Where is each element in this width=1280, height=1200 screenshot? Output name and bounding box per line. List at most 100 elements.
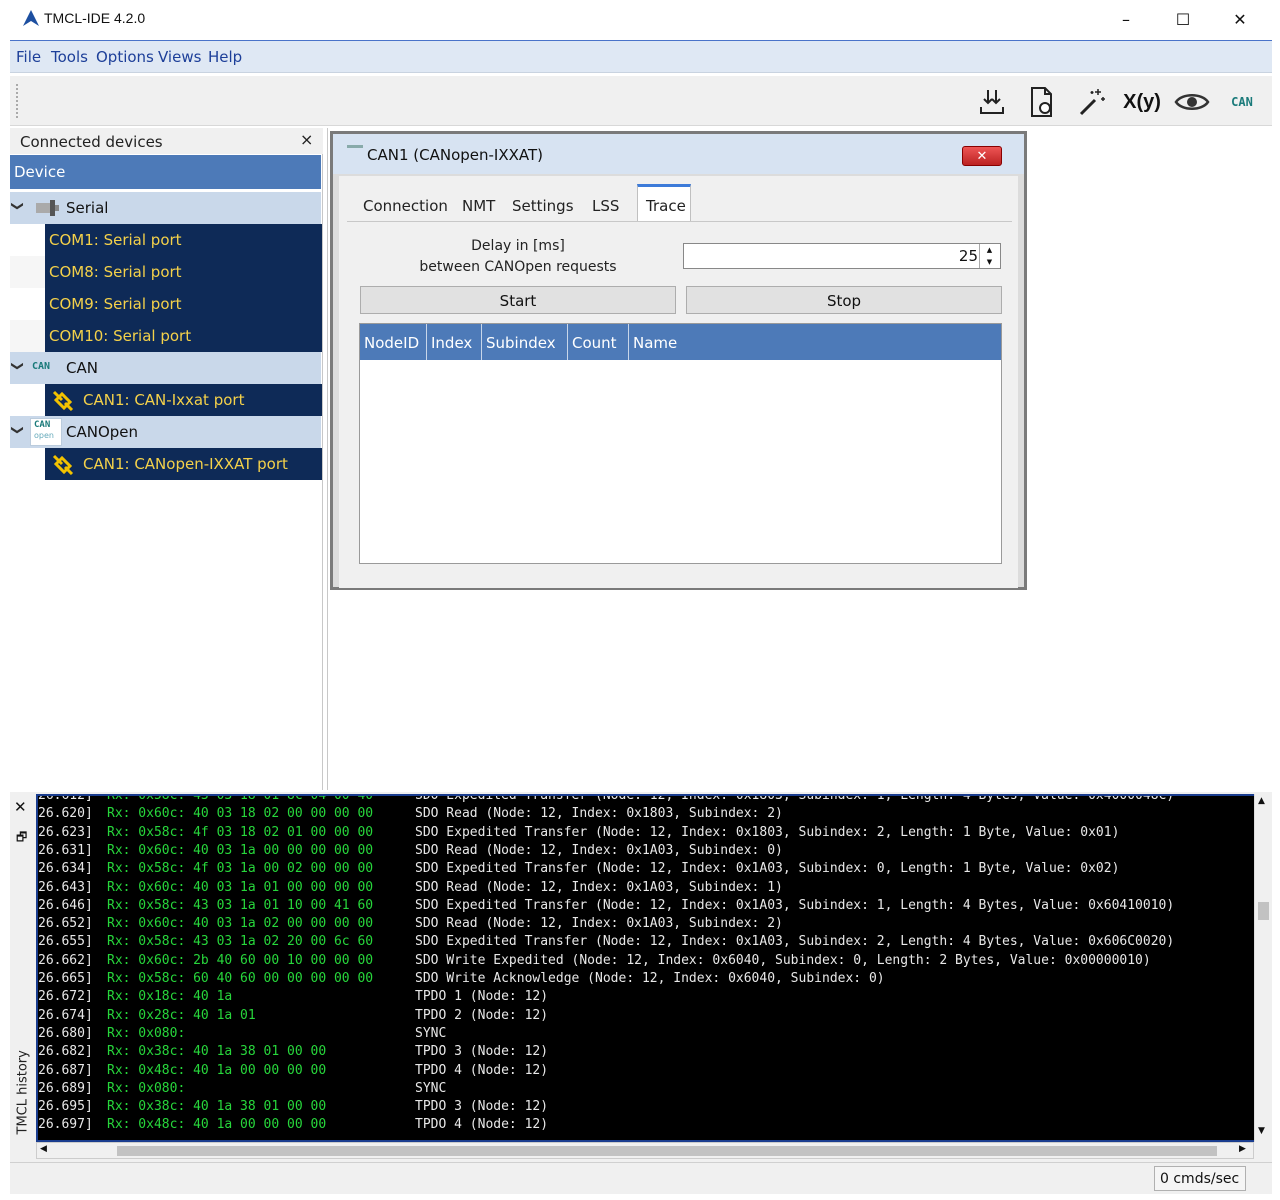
device-com9[interactable]: COM9: Serial port [45, 288, 322, 320]
console-decoded: SDO Read (Node: 12, Index: 0x1803, Subin… [415, 806, 783, 822]
magic-wand-icon[interactable] [1074, 84, 1110, 120]
console-line: 26.695] Rx: 0x38c: 40 1a 38 01 00 00 TPDO … [38, 1099, 1254, 1117]
group-canopen[interactable]: ❯ CAN open CANOpen [10, 416, 321, 448]
device-label: COM1: Serial port [49, 231, 182, 249]
delay-spinner[interactable]: ▲ ▼ [979, 244, 999, 268]
dialog-app-icon [347, 145, 363, 148]
scrollbar-thumb[interactable] [1258, 902, 1269, 920]
console-decoded: SYNC [415, 1080, 447, 1096]
toolbar-grip[interactable] [16, 84, 20, 118]
console-decoded: TPDO 3 (Node: 12) [415, 1099, 549, 1115]
tab-connection[interactable]: Connection [355, 184, 456, 222]
tab-settings[interactable]: Settings [504, 184, 582, 222]
tree-indent [10, 256, 45, 288]
download-icon[interactable] [974, 84, 1010, 120]
tree-indent [10, 448, 45, 480]
menu-views[interactable]: Views [158, 48, 201, 66]
maximize-button[interactable]: ☐ [1155, 0, 1211, 38]
console-output[interactable]: 26.612] Rx: 0x58c: 43 03 18 01 8c 04 00 4… [36, 794, 1254, 1142]
console-timestamp: 26.634] [38, 861, 93, 877]
device-can1-canopen[interactable]: CAN1: CANopen-IXXAT port [45, 448, 322, 480]
chevron-down-icon[interactable]: ❯ [11, 361, 25, 371]
panel-close-icon[interactable]: × [300, 130, 313, 149]
xy-icon[interactable]: X(y) [1123, 84, 1161, 120]
scroll-right-icon[interactable]: ▶ [1239, 1144, 1246, 1154]
console-line: 26.682] Rx: 0x38c: 40 1a 38 01 00 00 TPDO … [38, 1044, 1254, 1062]
console-line: 26.620] Rx: 0x60c: 40 03 18 02 00 00 00 0… [38, 806, 1254, 824]
column-nodeid[interactable]: NodeID [360, 324, 427, 360]
spin-down-icon[interactable]: ▼ [987, 258, 992, 266]
console-decoded: SYNC [415, 1025, 447, 1041]
device-label: COM8: Serial port [49, 263, 182, 281]
console-rx-frame: Rx: 0x48c: 40 1a 00 00 00 00 [107, 1117, 327, 1133]
spin-up-icon[interactable]: ▲ [987, 246, 992, 254]
trace-table: NodeID Index Subindex Count Name [359, 323, 1002, 564]
scroll-left-icon[interactable]: ◀ [40, 1144, 47, 1154]
device-com10[interactable]: COM10: Serial port [45, 320, 322, 352]
console-line: 26.643] Rx: 0x60c: 40 03 1a 01 00 00 00 0… [38, 880, 1254, 898]
console-line: 26.687] Rx: 0x48c: 40 1a 00 00 00 00 TPDO … [38, 1063, 1254, 1081]
tab-lss[interactable]: LSS [584, 184, 627, 222]
chevron-down-icon[interactable]: ❯ [11, 201, 25, 211]
minimize-button[interactable]: – [1098, 0, 1154, 38]
scrollbar-thumb[interactable] [117, 1146, 1217, 1156]
scroll-up-icon[interactable]: ▲ [1258, 796, 1265, 806]
console-decoded: TPDO 4 (Node: 12) [415, 1117, 549, 1133]
device-label: COM9: Serial port [49, 295, 182, 313]
canopen-icon[interactable]: CAN [1224, 84, 1260, 120]
document-gear-icon[interactable] [1024, 84, 1060, 120]
column-name[interactable]: Name [629, 324, 1001, 360]
console-timestamp: 26.674] [38, 1007, 93, 1023]
console-timestamp: 26.695] [38, 1099, 93, 1115]
close-window-button[interactable]: ✕ [1212, 0, 1268, 38]
console-decoded: SDO Expedited Transfer (Node: 12, Index:… [415, 824, 1120, 840]
console-horizontal-scrollbar[interactable]: ◀ ▶ [36, 1142, 1254, 1159]
tab-nmt[interactable]: NMT [454, 184, 503, 222]
console-close-icon[interactable]: ✕ [14, 798, 27, 816]
console-line: 26.665] Rx: 0x58c: 60 40 60 00 00 00 00 0… [38, 971, 1254, 989]
menu-options[interactable]: Options [96, 48, 154, 66]
connected-devices-panel: Connected devices × Device ❯ Serial COM1… [10, 128, 323, 790]
window-titlebar: TMCL-IDE 4.2.0 – ☐ ✕ [10, 0, 1272, 38]
console-rx-frame: Rx: 0x60c: 40 03 18 02 00 00 00 00 [107, 806, 374, 822]
console-decoded: SDO Expedited Transfer (Node: 12, Index:… [415, 861, 1120, 877]
console-decoded: SDO Expedited Transfer (Node: 12, Index:… [415, 897, 1175, 913]
column-index[interactable]: Index [427, 324, 482, 360]
status-bar: 0 cmds/sec [10, 1162, 1272, 1194]
column-count[interactable]: Count [568, 324, 629, 360]
device-com8[interactable]: COM8: Serial port [45, 256, 322, 288]
menu-help[interactable]: Help [208, 48, 242, 66]
tab-divider [347, 221, 1012, 222]
plug-warning-icon [52, 454, 74, 475]
console-rx-frame: Rx: 0x38c: 40 1a 38 01 00 00 [107, 1099, 327, 1115]
dialog-close-button[interactable]: ✕ [962, 146, 1002, 166]
console-rx-frame: Rx: 0x28c: 40 1a 01 [107, 1007, 256, 1023]
device-can1-ixxat[interactable]: CAN1: CAN-Ixxat port [45, 384, 322, 416]
group-can[interactable]: ❯ CAN CAN [10, 352, 321, 384]
console-decoded: TPDO 2 (Node: 12) [415, 1007, 549, 1023]
stop-button[interactable]: Stop [686, 286, 1002, 314]
device-com1[interactable]: COM1: Serial port [45, 224, 322, 256]
start-button[interactable]: Start [360, 286, 676, 314]
menu-tools[interactable]: Tools [51, 48, 88, 66]
delay-input[interactable]: 25 [683, 243, 1001, 269]
menu-file[interactable]: File [16, 48, 41, 66]
chevron-down-icon[interactable]: ❯ [11, 425, 25, 435]
console-timestamp: 26.689] [38, 1080, 93, 1096]
console-decoded: TPDO 3 (Node: 12) [415, 1044, 549, 1060]
column-subindex[interactable]: Subindex [482, 324, 568, 360]
eye-icon[interactable] [1174, 84, 1210, 120]
console-line: 26.662] Rx: 0x60c: 2b 40 60 00 10 00 00 0… [38, 953, 1254, 971]
dialog-titlebar[interactable]: CAN1 (CANopen-IXXAT) ✕ [333, 134, 1024, 174]
console-float-icon[interactable]: 🗗 [16, 828, 27, 849]
group-serial[interactable]: ❯ Serial [10, 192, 321, 224]
panel-header: Connected devices × [10, 128, 323, 154]
console-vertical-scrollbar[interactable]: ▲ ▼ [1254, 794, 1271, 1142]
tab-trace[interactable]: Trace [637, 184, 691, 222]
scroll-down-icon[interactable]: ▼ [1258, 1126, 1265, 1136]
console-line: 26.672] Rx: 0x18c: 40 1a TPDO 1 (Node: 12) [38, 989, 1254, 1007]
group-label: CAN [66, 359, 98, 377]
console-decoded: SDO Read (Node: 12, Index: 0x1A03, Subin… [415, 879, 783, 895]
console-rx-frame: Rx: 0x58c: 60 40 60 00 00 00 00 00 [107, 971, 374, 986]
console-rx-frame: Rx: 0x60c: 40 03 1a 02 00 00 00 00 [107, 916, 374, 932]
